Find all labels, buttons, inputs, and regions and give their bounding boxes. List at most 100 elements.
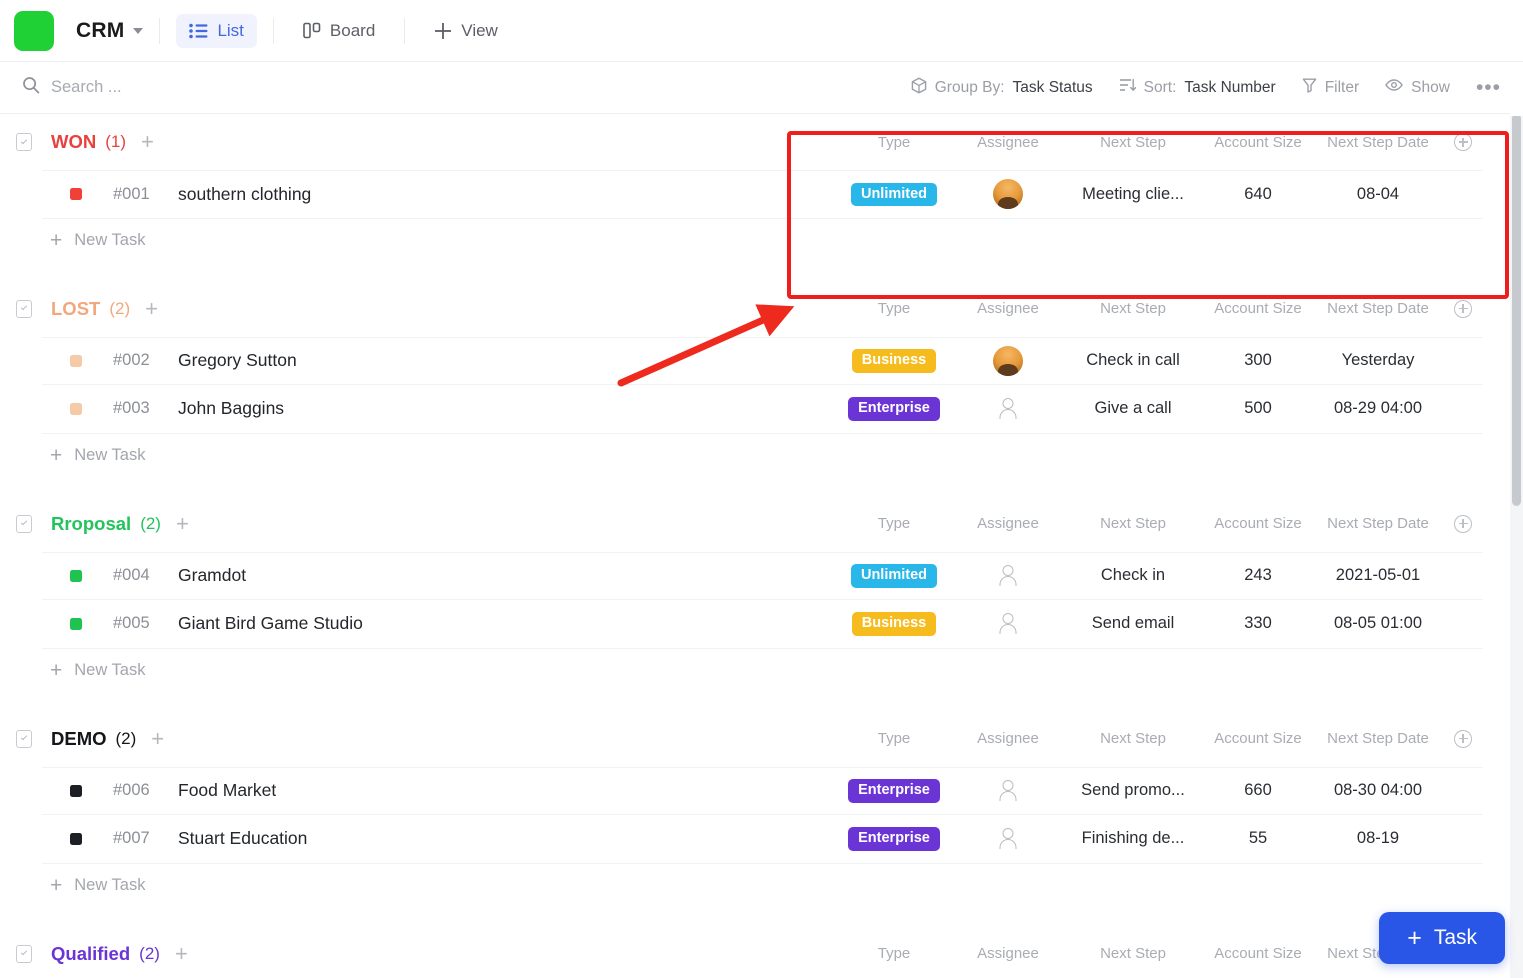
add-task-to-group-button[interactable]: + (151, 730, 164, 748)
collapse-group-icon[interactable] (16, 945, 32, 963)
add-column-button[interactable] (1454, 730, 1472, 748)
table-row[interactable]: #005 Giant Bird Game Studio Business Sen… (42, 600, 1483, 649)
add-view-button[interactable]: View (421, 14, 511, 48)
collapse-group-icon[interactable] (16, 133, 32, 151)
cell-assignee[interactable] (953, 346, 1063, 376)
cell-assignee[interactable] (953, 396, 1063, 422)
cell-next-step-date[interactable]: 08-30 04:00 (1313, 781, 1443, 800)
add-column-button[interactable] (1454, 515, 1472, 533)
cell-type[interactable]: Enterprise (835, 397, 953, 421)
cell-next-step-date[interactable]: 08-19 (1313, 829, 1443, 848)
cell-assignee[interactable] (953, 179, 1063, 209)
filter-control[interactable]: Filter (1302, 77, 1359, 98)
table-row[interactable]: #003 John Baggins Enterprise Give a call… (42, 385, 1483, 434)
plus-icon: + (50, 664, 62, 678)
group-header: Qualified (2) + Type Assignee Next Step … (0, 926, 1523, 978)
show-control[interactable]: Show (1385, 78, 1450, 97)
cell-account-size[interactable]: 55 (1203, 829, 1313, 848)
type-tag: Business (852, 612, 936, 636)
table-row[interactable]: #004 Gramdot Unlimited Check in 243 2021… (42, 552, 1483, 601)
table-row[interactable]: #001 southern clothing Unlimited Meeting… (42, 170, 1483, 219)
avatar[interactable] (993, 346, 1023, 376)
cell-next-step-date[interactable]: Yesterday (1313, 351, 1443, 370)
task-name: southern clothing (178, 184, 311, 205)
add-view-label: View (461, 21, 498, 41)
tab-board[interactable]: Board (290, 14, 388, 48)
cell-account-size[interactable]: 243 (1203, 566, 1313, 585)
cell-account-size[interactable]: 330 (1203, 614, 1313, 633)
cell-type[interactable]: Business (835, 349, 953, 373)
add-task-to-group-button[interactable]: + (141, 133, 154, 151)
new-task-button[interactable]: + New Task (0, 219, 1523, 263)
plus-icon: + (50, 234, 62, 248)
new-task-button[interactable]: + New Task (0, 864, 1523, 908)
cell-next-step-date[interactable]: 08-29 04:00 (1313, 399, 1443, 418)
table-row[interactable]: #002 Gregory Sutton Business Check in ca… (42, 337, 1483, 386)
cell-next-step[interactable]: Send email (1063, 614, 1203, 633)
avatar-placeholder-icon[interactable] (995, 563, 1021, 589)
type-tag: Unlimited (851, 183, 937, 207)
add-task-to-group-button[interactable]: + (175, 945, 188, 963)
divider (273, 18, 274, 44)
cell-type[interactable]: Unlimited (835, 183, 953, 207)
scrollbar-thumb[interactable] (1512, 114, 1521, 506)
workspace-logo-icon[interactable] (14, 11, 54, 51)
cell-next-step[interactable]: Finishing de... (1063, 829, 1203, 848)
add-column-button[interactable] (1454, 133, 1472, 151)
search-box[interactable] (22, 76, 311, 99)
sort-control[interactable]: Sort: Task Number (1119, 77, 1276, 98)
group-count: (2) (109, 299, 130, 319)
column-header-assignee: Assignee (953, 515, 1063, 532)
divider (159, 18, 160, 44)
new-task-button[interactable]: + New Task (0, 649, 1523, 693)
task-list-board: WON (1) + Type Assignee Next Step Accoun… (0, 114, 1523, 978)
cell-type[interactable]: Unlimited (835, 564, 953, 588)
cell-assignee[interactable] (953, 563, 1063, 589)
cell-assignee[interactable] (953, 778, 1063, 804)
search-input[interactable] (51, 78, 311, 97)
cell-next-step[interactable]: Meeting clie... (1063, 185, 1203, 204)
group-by-control[interactable]: Group By: Task Status (911, 77, 1093, 99)
column-header-next-step: Next Step (1063, 730, 1203, 747)
new-task-button[interactable]: + New Task (0, 434, 1523, 478)
cell-type[interactable]: Business (835, 612, 953, 636)
cell-next-step[interactable]: Send promo... (1063, 781, 1203, 800)
collapse-group-icon[interactable] (16, 300, 32, 318)
cell-next-step-date[interactable]: 2021-05-01 (1313, 566, 1443, 585)
cell-account-size[interactable]: 500 (1203, 399, 1313, 418)
avatar-placeholder-icon[interactable] (995, 396, 1021, 422)
type-tag: Unlimited (851, 564, 937, 588)
avatar-placeholder-icon[interactable] (995, 778, 1021, 804)
collapse-group-icon[interactable] (16, 730, 32, 748)
add-task-to-group-button[interactable]: + (145, 300, 158, 318)
table-row[interactable]: #006 Food Market Enterprise Send promo..… (42, 767, 1483, 816)
status-square-icon (70, 570, 82, 582)
cell-account-size[interactable]: 640 (1203, 185, 1313, 204)
cell-next-step-date[interactable]: 08-05 01:00 (1313, 614, 1443, 633)
cell-assignee[interactable] (953, 611, 1063, 637)
cell-next-step[interactable]: Check in call (1063, 351, 1203, 370)
cell-next-step[interactable]: Give a call (1063, 399, 1203, 418)
cell-assignee[interactable] (953, 826, 1063, 852)
table-row[interactable]: #007 Stuart Education Enterprise Finishi… (42, 815, 1483, 864)
new-task-label: New Task (74, 661, 145, 680)
cell-type[interactable]: Enterprise (835, 827, 953, 851)
add-task-label: Task (1434, 926, 1477, 950)
collapse-group-icon[interactable] (16, 515, 32, 533)
add-task-to-group-button[interactable]: + (176, 515, 189, 533)
avatar[interactable] (993, 179, 1023, 209)
group-count: (2) (140, 514, 161, 534)
cell-type[interactable]: Enterprise (835, 779, 953, 803)
avatar-placeholder-icon[interactable] (995, 611, 1021, 637)
cell-next-step-date[interactable]: 08-04 (1313, 185, 1443, 204)
vertical-scrollbar[interactable] (1510, 114, 1523, 978)
add-column-button[interactable] (1454, 300, 1472, 318)
cell-account-size[interactable]: 660 (1203, 781, 1313, 800)
avatar-placeholder-icon[interactable] (995, 826, 1021, 852)
add-task-fab[interactable]: + Task (1379, 912, 1505, 964)
chevron-down-icon[interactable] (133, 28, 143, 34)
cell-account-size[interactable]: 300 (1203, 351, 1313, 370)
cell-next-step[interactable]: Check in (1063, 566, 1203, 585)
tab-list[interactable]: List (176, 14, 256, 48)
ellipsis-icon[interactable]: ••• (1476, 83, 1501, 93)
